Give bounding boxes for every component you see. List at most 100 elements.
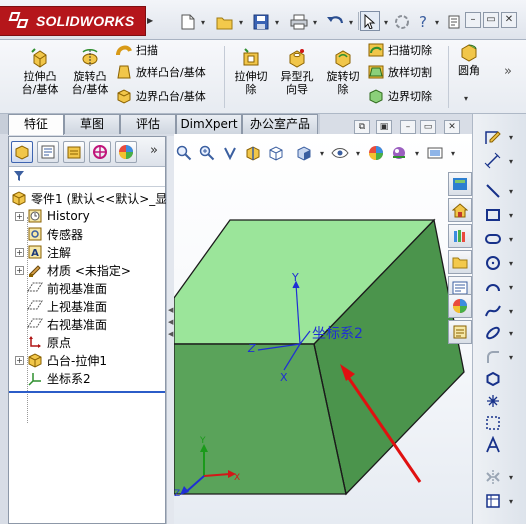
- dimension-dropdown-icon[interactable]: ▾: [509, 150, 517, 172]
- tree-item-top-plane[interactable]: 上视基准面: [15, 297, 107, 315]
- section-view-icon[interactable]: [243, 143, 263, 163]
- smart-dimension-icon[interactable]: [479, 150, 507, 172]
- display-manager-icon[interactable]: [115, 141, 137, 163]
- file-explorer-icon[interactable]: [448, 250, 472, 274]
- graphics-area[interactable]: Y Z X 坐标系2 Y X Z: [174, 134, 472, 524]
- close-icon[interactable]: ✕: [501, 12, 517, 28]
- fillet-button[interactable]: 圆角: [452, 42, 486, 77]
- viewport-tile-icon[interactable]: ▣: [376, 120, 392, 134]
- polygon-icon[interactable]: [479, 368, 507, 390]
- revolve-boss-button[interactable]: 旋转凸 台/基体: [64, 48, 116, 96]
- sketch-dropdown-icon[interactable]: ▾: [509, 126, 517, 148]
- design-library-icon[interactable]: [448, 224, 472, 248]
- new-dropdown-icon[interactable]: ▾: [198, 12, 208, 32]
- panel-splitter[interactable]: ◀ ◀ ◀: [166, 136, 174, 524]
- solidworks-menu-button[interactable]: SOLIDWORKS ▶: [0, 6, 153, 36]
- line-icon[interactable]: [479, 180, 507, 202]
- minimize-icon[interactable]: –: [465, 12, 481, 28]
- sketch-fillet-icon[interactable]: [479, 346, 507, 368]
- tree-item-origin[interactable]: 原点: [15, 333, 71, 351]
- home-icon[interactable]: [448, 198, 472, 222]
- tab-features[interactable]: 特征: [8, 114, 64, 135]
- view-orientation-icon[interactable]: [266, 143, 286, 163]
- tree-item-coordinate-system2[interactable]: 坐标系2: [15, 369, 91, 387]
- filter-icon[interactable]: [13, 170, 25, 185]
- options-icon[interactable]: [446, 12, 462, 32]
- help-icon[interactable]: ?: [414, 12, 432, 32]
- loft-boss-button[interactable]: 放样凸台/基体: [116, 62, 206, 82]
- open-folder-icon[interactable]: [214, 12, 236, 32]
- solidworks-resources-icon[interactable]: [448, 172, 472, 196]
- ellipse-icon[interactable]: [479, 322, 507, 344]
- tree-filter-bar[interactable]: [9, 167, 165, 187]
- tab-dimxpert[interactable]: DimXpert: [176, 114, 242, 134]
- zoom-to-area-icon[interactable]: [197, 143, 217, 163]
- extrude-cut-button[interactable]: 拉伸切 除: [228, 48, 274, 96]
- panel-more-button[interactable]: »: [150, 143, 158, 158]
- select-pointer-icon[interactable]: [360, 11, 380, 31]
- spline-dropdown-icon[interactable]: ▾: [509, 300, 517, 322]
- ellipse-dropdown-icon[interactable]: ▾: [509, 322, 517, 344]
- tree-item-history[interactable]: + History: [15, 207, 90, 225]
- collapse-arrow-icon[interactable]: ◀: [168, 318, 173, 328]
- revolve-cut-button[interactable]: 旋转切 除: [320, 48, 366, 96]
- display-style-icon[interactable]: [294, 143, 314, 163]
- viewport-minimize-icon[interactable]: –: [400, 120, 416, 134]
- rectangle-icon[interactable]: [479, 204, 507, 226]
- ribbon-more-button[interactable]: »: [504, 64, 512, 79]
- tree-item-material[interactable]: + 材质 <未指定>: [15, 261, 131, 279]
- tree-item-annotations[interactable]: + A 注解: [15, 243, 71, 261]
- appearances-icon[interactable]: [448, 294, 472, 318]
- slot-dropdown-icon[interactable]: ▾: [509, 228, 517, 250]
- slot-icon[interactable]: [479, 228, 507, 250]
- open-dropdown-icon[interactable]: ▾: [236, 12, 246, 32]
- rectangle-dropdown-icon[interactable]: ▾: [509, 204, 517, 226]
- display-style-dropdown-icon[interactable]: ▾: [317, 143, 327, 163]
- mirror-entities-icon[interactable]: [479, 466, 507, 488]
- save-icon[interactable]: [250, 12, 272, 32]
- print-icon[interactable]: [288, 12, 310, 32]
- point-icon[interactable]: [479, 390, 507, 412]
- save-dropdown-icon[interactable]: ▾: [272, 12, 282, 32]
- tree-item-part[interactable]: 零件1 (默认<<默认>_显: [11, 189, 167, 207]
- model-view[interactable]: Y Z X 坐标系2 Y X Z: [174, 134, 472, 524]
- tab-evaluate[interactable]: 评估: [120, 114, 176, 134]
- previous-view-icon[interactable]: [220, 143, 240, 163]
- sketch-text-icon[interactable]: [479, 434, 507, 456]
- sweep-button[interactable]: 扫描: [116, 40, 158, 60]
- undo-dropdown-icon[interactable]: ▾: [346, 12, 356, 32]
- viewport-split-icon[interactable]: ⧉: [354, 120, 370, 134]
- dimxpert-manager-icon[interactable]: [89, 141, 111, 163]
- tree-item-boss-extrude1[interactable]: + 凸台-拉伸1: [15, 351, 107, 369]
- sketch-fillet-dropdown-icon[interactable]: ▾: [509, 346, 517, 368]
- expand-icon[interactable]: +: [15, 247, 24, 257]
- print-dropdown-icon[interactable]: ▾: [310, 12, 320, 32]
- boundary-cut-button[interactable]: 边界切除: [368, 86, 432, 106]
- rollback-bar[interactable]: [9, 391, 165, 393]
- lofted-cut-button[interactable]: 放样切割: [368, 62, 432, 82]
- new-document-icon[interactable]: [178, 12, 198, 32]
- tree-item-sensors[interactable]: 传感器: [15, 225, 83, 243]
- expand-icon[interactable]: +: [15, 355, 24, 365]
- arc-icon[interactable]: [479, 276, 507, 298]
- feature-tree-icon[interactable]: [11, 141, 33, 163]
- circle-dropdown-icon[interactable]: ▾: [509, 252, 517, 274]
- hide-show-dropdown-icon[interactable]: ▾: [353, 143, 363, 163]
- tab-office-products[interactable]: 办公室产品: [242, 114, 318, 134]
- swept-cut-button[interactable]: 扫描切除: [368, 40, 432, 60]
- hole-wizard-button[interactable]: 异型孔 向导: [274, 48, 320, 96]
- tree-item-right-plane[interactable]: 右视基准面: [15, 315, 107, 333]
- collapse-arrow-icon[interactable]: ◀: [168, 330, 173, 340]
- boundary-boss-button[interactable]: 边界凸台/基体: [116, 86, 206, 106]
- restore-icon[interactable]: ▭: [483, 12, 499, 28]
- tab-sketch[interactable]: 草图: [64, 114, 120, 134]
- apply-scene-icon[interactable]: [389, 143, 409, 163]
- circle-icon[interactable]: [479, 252, 507, 274]
- custom-properties-icon[interactable]: [448, 320, 472, 344]
- quick-snaps-dropdown-icon[interactable]: ▾: [509, 490, 517, 512]
- zoom-to-fit-icon[interactable]: [174, 143, 194, 163]
- rebuild-icon[interactable]: [392, 12, 412, 32]
- construction-geometry-icon[interactable]: [479, 412, 507, 434]
- hide-show-items-icon[interactable]: [330, 143, 350, 163]
- sketch-icon[interactable]: [479, 126, 507, 148]
